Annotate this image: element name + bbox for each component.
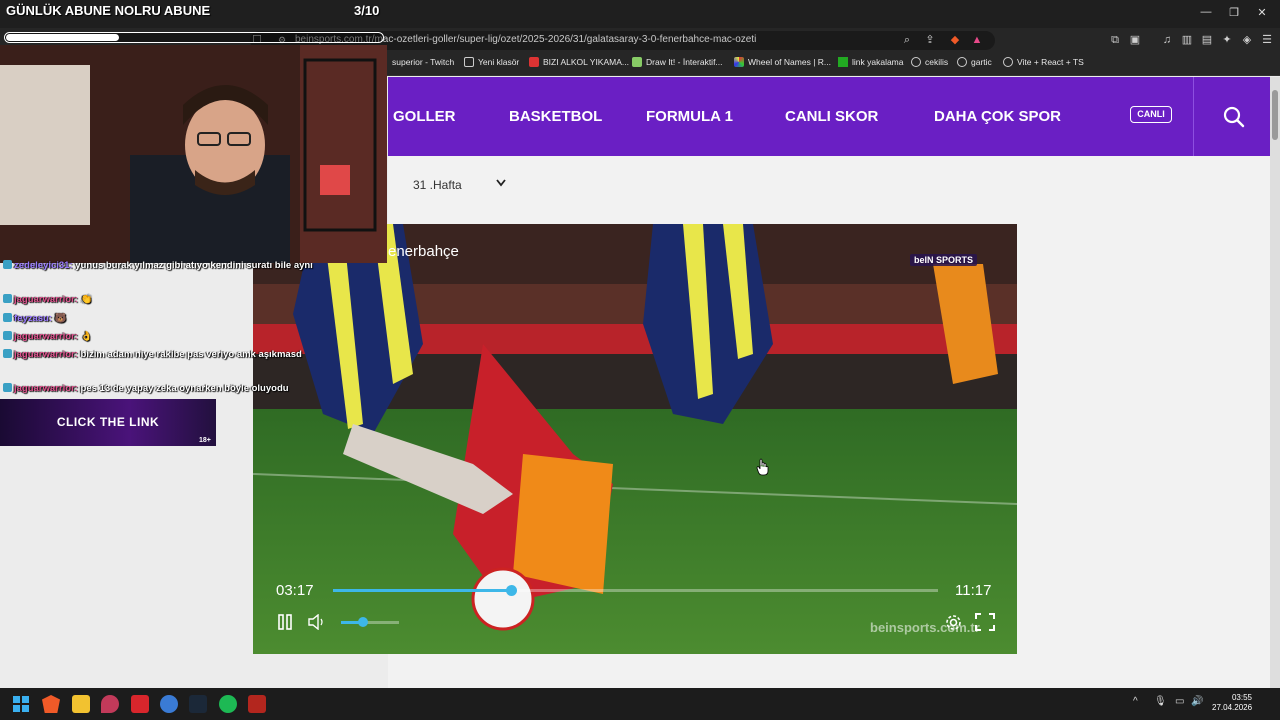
rewards-icon[interactable]: ▲ — [970, 33, 984, 47]
progress-handle[interactable] — [506, 585, 517, 596]
search-icon[interactable] — [1223, 106, 1245, 128]
nav-basketbol[interactable]: BASKETBOL — [509, 108, 602, 125]
spotify-icon[interactable] — [219, 695, 237, 713]
maps-pin-icon[interactable] — [101, 695, 119, 713]
microphone-icon[interactable]: 🎙 — [1154, 696, 1167, 707]
minimize-icon[interactable]: — — [1196, 6, 1216, 18]
fullscreen-icon[interactable] — [975, 613, 995, 631]
badge-icon — [3, 349, 12, 358]
settings-gear-icon[interactable] — [945, 614, 962, 631]
hand-cursor-icon — [756, 458, 769, 476]
system-clock[interactable]: 03:55 27.04.2026 — [1212, 693, 1252, 713]
app-icon[interactable] — [248, 695, 266, 713]
nav-goller[interactable]: GOLLER — [393, 108, 456, 125]
video-team-title: enerbahçe — [388, 243, 459, 260]
live-button[interactable]: CANLI — [1130, 106, 1172, 123]
zoom-icon[interactable]: ⌕ — [900, 33, 914, 47]
chat-message: jaguarwarrior: 👌 — [3, 329, 348, 345]
bookmark-item[interactable]: Vite + React + TS — [1003, 57, 1084, 67]
wheel-icon — [734, 57, 744, 67]
progress-fill — [333, 589, 511, 592]
chat-message: zedeleyici31: yunus burak yılmaz gibi at… — [3, 258, 348, 274]
media-icon[interactable]: ♫ — [1160, 33, 1174, 47]
nav-divider — [1193, 77, 1194, 156]
total-time: 11:17 — [955, 582, 992, 599]
extensions-icon[interactable]: ⧉ — [1108, 33, 1122, 47]
pause-icon[interactable] — [277, 614, 293, 630]
overlay-title: GÜNLÜK ABUNE NOLRU ABUNE — [6, 3, 211, 18]
steam-icon[interactable] — [189, 695, 207, 713]
leo-icon[interactable]: ✦ — [1220, 33, 1234, 47]
vpn-icon[interactable]: ◈ — [1240, 33, 1254, 47]
bookmark-item[interactable]: Wheel of Names | R... — [734, 57, 831, 67]
chevron-down-icon[interactable] — [495, 178, 507, 188]
bookmark-item[interactable]: superior - Twitch — [392, 57, 454, 67]
chat-message: jaguarwarrior: 👏 — [3, 292, 348, 308]
app-icon[interactable] — [160, 695, 178, 713]
chat-message: feyzasu: 🐻 — [3, 311, 348, 327]
badge-icon — [3, 313, 12, 322]
speaker-icon[interactable]: 🔊 — [1191, 696, 1203, 707]
overlay-counter: 3/10 — [354, 3, 380, 18]
sidebar-icon[interactable]: ▥ — [1180, 33, 1194, 47]
globe-icon — [1003, 57, 1013, 67]
click-the-link-text: CLICK THE LINK — [56, 415, 160, 429]
chat-message: jaguarwarrior: bizim adam niye rakibe pa… — [3, 347, 348, 363]
watermark: beinsports.com.tr — [870, 620, 980, 635]
chat-message: jaguarwarrior: pes 13 de yapay zeka oyna… — [3, 381, 348, 397]
favicon-icon — [632, 57, 642, 67]
tray-chevron-icon[interactable]: ^ — [1133, 696, 1138, 707]
page-scrollbar[interactable] — [1270, 77, 1280, 688]
bookmark-item[interactable]: link yakalama — [838, 57, 904, 67]
close-icon[interactable]: ✕ — [1252, 6, 1272, 19]
badge-icon — [3, 260, 12, 269]
folder-icon — [464, 57, 474, 67]
overlay-progress-fill — [6, 34, 119, 41]
current-time: 03:17 — [276, 582, 314, 599]
webcam-feed — [0, 45, 387, 263]
globe-icon — [911, 57, 921, 67]
file-explorer-icon[interactable] — [72, 695, 90, 713]
volume-handle[interactable] — [358, 617, 368, 627]
scrollbar-thumb[interactable] — [1272, 90, 1278, 140]
nav-formula-1[interactable]: FORMULA 1 — [646, 108, 733, 125]
favicon-icon — [529, 57, 539, 67]
brave-shield-icon[interactable]: ◆ — [948, 33, 962, 47]
bookmark-item[interactable]: gartic — [957, 57, 992, 67]
app-icon[interactable] — [131, 695, 149, 713]
bookmark-item[interactable]: BIZI ALKOL YIKAMA... — [529, 57, 629, 67]
badge-icon — [3, 383, 12, 392]
wallet-icon[interactable]: ▤ — [1200, 33, 1214, 47]
nav-canli-skor[interactable]: CANLI SKOR — [785, 108, 878, 125]
clock-time: 03:55 — [1231, 693, 1252, 702]
badge-icon — [3, 294, 12, 303]
globe-icon — [957, 57, 967, 67]
webcam-image — [0, 45, 387, 263]
tab-icon[interactable]: ▣ — [1128, 33, 1142, 47]
network-icon[interactable]: ▭ — [1175, 696, 1184, 707]
nav-daha-cok-spor[interactable]: DAHA ÇOK SPOR — [934, 108, 1061, 125]
channel-logo: beIN SPORTS — [910, 254, 978, 266]
menu-icon[interactable]: ☰ — [1260, 33, 1274, 47]
windows-start-icon[interactable] — [13, 696, 29, 712]
favicon-icon — [838, 57, 848, 67]
volume-icon[interactable] — [307, 614, 325, 630]
bookmark-item[interactable]: Yeni klasör — [464, 57, 519, 67]
bookmark-item[interactable]: Draw It! - İnteraktif... — [632, 57, 723, 67]
clock-date: 27.04.2026 — [1212, 703, 1253, 712]
age-tag: 18+ — [199, 437, 211, 444]
week-selector[interactable]: 31 .Hafta — [413, 178, 462, 192]
share-icon[interactable]: ⇪ — [923, 33, 937, 47]
maximize-icon[interactable]: ❐ — [1224, 6, 1244, 19]
bookmark-item[interactable]: cekilis — [911, 57, 948, 67]
badge-icon — [3, 331, 12, 340]
